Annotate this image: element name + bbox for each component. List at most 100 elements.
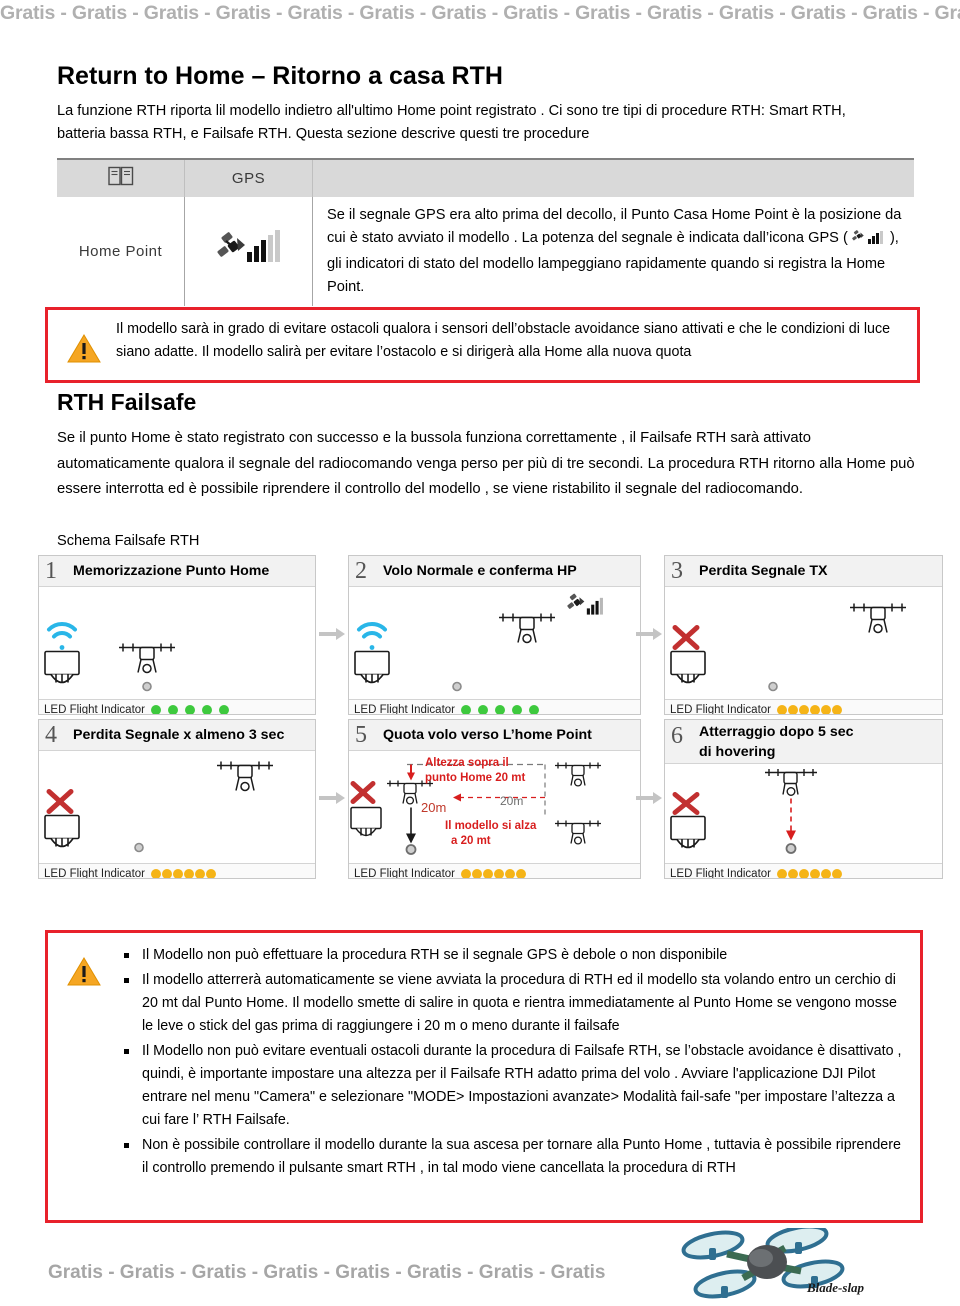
led-dot	[821, 869, 831, 878]
led-dot	[472, 869, 482, 878]
led-label: LED Flight Indicator	[670, 704, 771, 715]
panel-1-illustration	[39, 587, 315, 699]
led-dots-panel-4	[151, 869, 217, 878]
led-dot	[184, 869, 194, 878]
descend-arrow-icon	[406, 807, 416, 844]
panel-1-led-row: LED Flight Indicator	[39, 699, 315, 715]
drone-icon	[217, 761, 273, 792]
climb-note: Il modello si alza a 20 mt	[445, 819, 536, 849]
gps-inline-icon	[852, 229, 886, 253]
logo-name: Blade-slap	[807, 1280, 865, 1295]
led-label: LED Flight Indicator	[670, 868, 771, 879]
home-point-label-cell: Home Point	[57, 197, 185, 306]
warning-bullet-item: Non è possibile controllare il modello d…	[124, 1134, 910, 1180]
section-paragraph: Se il punto Home è stato registrato con …	[57, 430, 915, 497]
signal-lost-x-icon	[350, 781, 376, 804]
led-dot	[821, 705, 831, 714]
led-dot	[777, 869, 787, 878]
panel-4-number: 4	[45, 721, 57, 748]
book-icon	[107, 166, 134, 191]
led-dot	[195, 869, 205, 878]
gps-description-cell: Se il segnale GPS era alto prima del dec…	[313, 197, 914, 306]
led-label: LED Flight Indicator	[44, 704, 145, 715]
drone-icon	[850, 603, 906, 634]
remote-controller-icon	[354, 650, 390, 684]
warning-bullet-item: Il Modello non può effettuare la procedu…	[124, 944, 910, 967]
panel-3-title: Perdita Segnale TX	[699, 563, 828, 579]
vertical-measure-label: 20m	[421, 800, 447, 815]
altitude-note-line-1: Altezza sopra il	[425, 757, 509, 769]
led-dot	[168, 705, 178, 714]
table-data-row: Home Point Se il segnale GPS era alto pr…	[57, 197, 914, 306]
diagram-panel-5: 5 Quota volo verso L’home Point Altezza …	[348, 719, 641, 879]
led-dot	[788, 705, 798, 714]
led-dot	[162, 869, 172, 878]
warning-top-text: Il modello sarà in grado di evitare osta…	[116, 321, 891, 360]
led-dots-panel-5	[461, 869, 527, 878]
flow-arrow-2-to-3	[636, 627, 662, 641]
failsafe-rth-diagram: 1 Memorizzazione Punto Home LED Flight I…	[38, 555, 943, 885]
panel-6-number: 6	[671, 723, 683, 749]
book-icon-cell	[57, 160, 185, 197]
gps-satellite-signal-icon	[567, 593, 603, 615]
led-dot	[495, 705, 505, 714]
drone-icon	[119, 643, 175, 674]
warning-triangle-icon	[56, 941, 112, 987]
led-dot	[202, 705, 212, 714]
remote-controller-icon	[350, 806, 382, 837]
section-title-rth-failsafe: RTH Failsafe	[57, 389, 197, 415]
led-dot	[185, 705, 195, 714]
warning-bullet-item: Il Modello non può evitare eventuali ost…	[124, 1040, 910, 1132]
panel-3-led-row: LED Flight Indicator	[665, 699, 942, 715]
led-dot	[483, 869, 493, 878]
panel-2-header: 2 Volo Normale e conferma HP	[349, 556, 640, 587]
led-dots-panel-6	[777, 869, 843, 878]
panel-2-title: Volo Normale e conferma HP	[383, 563, 577, 579]
warning-bottom-body: Il Modello non può effettuare la procedu…	[112, 941, 910, 1182]
led-dot	[151, 869, 161, 878]
table-header-row: GPS	[57, 160, 914, 197]
drone-icon	[555, 820, 601, 845]
brand-logo: Blade-slap	[655, 1224, 915, 1301]
gps-header-label: GPS	[231, 170, 266, 187]
panel-6-title-line-1: Atterraggio dopo 5 sec	[699, 724, 854, 740]
diagram-panel-3: 3 Perdita Segnale TX LED Flight Indicato…	[664, 555, 943, 715]
warning-box-rth-notes: Il Modello non può effettuare la procedu…	[45, 930, 923, 1223]
gps-home-point-table: GPS Home Point Se il segnale GPS era alt…	[57, 158, 914, 306]
gps-text-part-1: Se il segnale GPS era alto prima del dec…	[327, 207, 902, 246]
flow-arrow-5-to-6	[636, 791, 662, 805]
panel-5-header: 5 Quota volo verso L’home Point	[349, 720, 640, 751]
description-header-cell	[313, 160, 914, 197]
panel-5-title: Quota volo verso L’home Point	[383, 727, 592, 743]
led-dot	[206, 869, 216, 878]
panel-5-number: 5	[355, 721, 367, 748]
wifi-signal-icon	[47, 622, 77, 639]
led-dot	[832, 705, 842, 714]
diagram-row-1: 1 Memorizzazione Punto Home LED Flight I…	[38, 555, 943, 715]
panel-6-title-line-2: di hovering	[699, 744, 776, 760]
gps-header-cell: GPS	[185, 160, 313, 197]
panel-3-illustration	[665, 587, 942, 699]
diagram-panel-4: 4 Perdita Segnale x almeno 3 sec LED Fli…	[38, 719, 316, 879]
led-dot	[529, 705, 539, 714]
gps-description-text: Se il segnale GPS era alto prima del dec…	[327, 204, 914, 299]
led-dot	[777, 705, 787, 714]
led-dot	[478, 705, 488, 714]
panel-3-header: 3 Perdita Segnale TX	[665, 556, 942, 587]
intro-paragraph: La funzione RTH riporta lil modello indi…	[57, 103, 846, 142]
led-dot	[151, 705, 161, 714]
climb-note-line-2: a 20 mt	[451, 835, 491, 847]
flow-arrow-4-to-5	[319, 791, 345, 805]
led-label: LED Flight Indicator	[44, 868, 145, 879]
panel-2-led-row: LED Flight Indicator	[349, 699, 640, 714]
led-dot	[788, 869, 798, 878]
page-title: Return to Home – Ritorno a casa RTH	[57, 62, 503, 90]
led-dot	[810, 869, 820, 878]
led-dot	[799, 705, 809, 714]
quadcopter-logo-icon	[681, 1224, 845, 1299]
flow-arrow-1-to-2	[319, 627, 345, 641]
panel-1-number: 1	[45, 557, 57, 584]
panel-4-led-row: LED Flight Indicator	[39, 863, 315, 879]
altitude-note: Altezza sopra il punto Home 20 mt	[425, 756, 525, 786]
diagram-panel-1: 1 Memorizzazione Punto Home LED Flight I…	[38, 555, 316, 715]
